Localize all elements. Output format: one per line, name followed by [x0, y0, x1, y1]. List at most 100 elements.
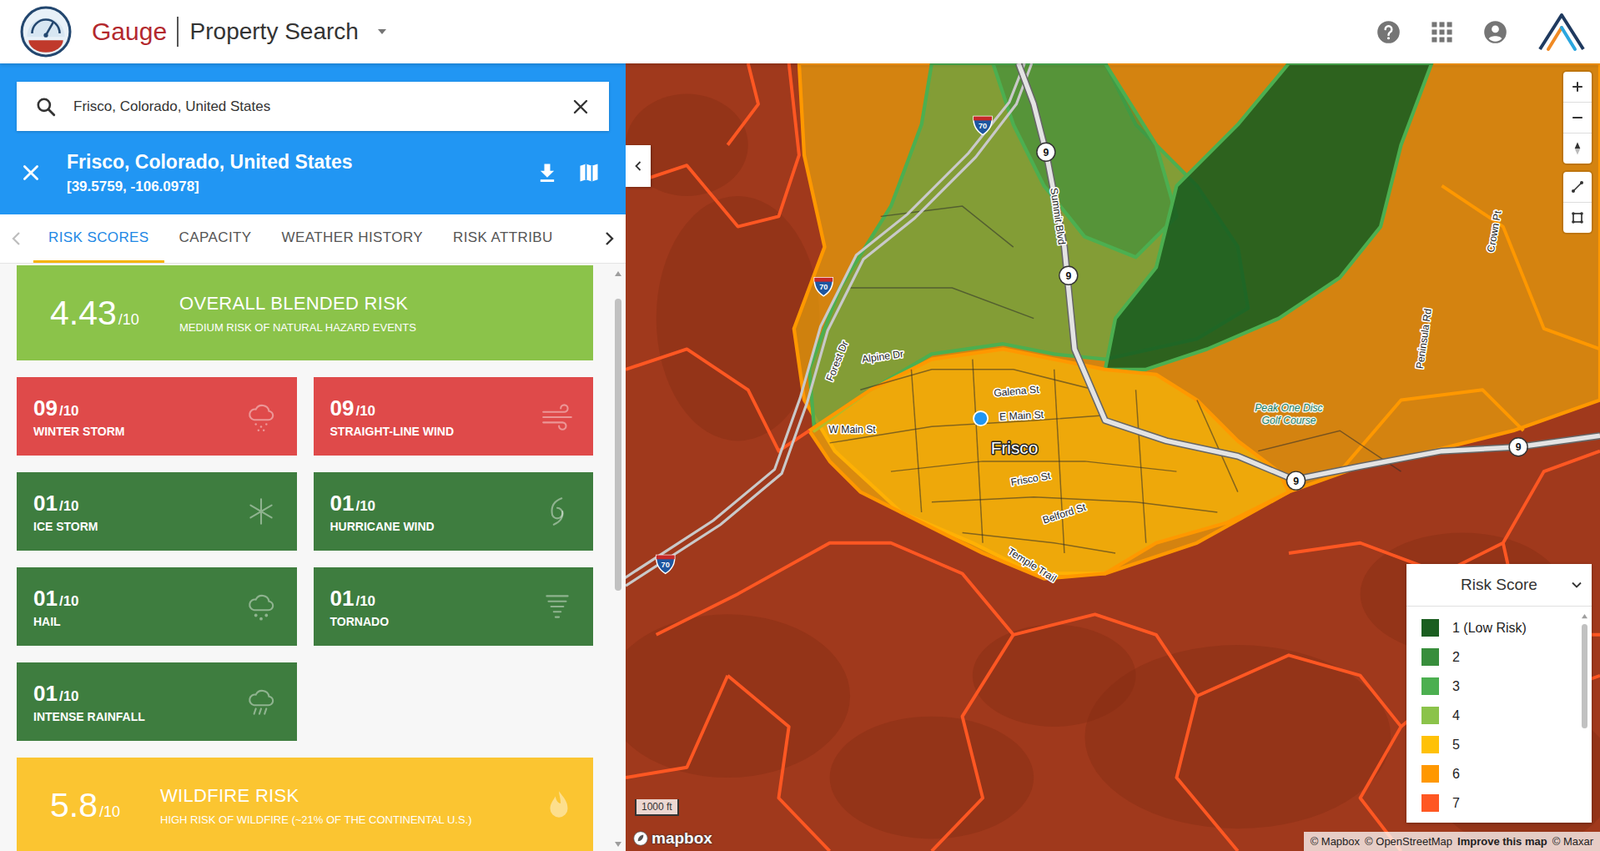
tab-bar: RISK SCORESCAPACITYWEATHER HISTORYRISK A…	[0, 214, 626, 264]
scroll-down-icon[interactable]	[613, 840, 623, 848]
collapse-panel-button[interactable]	[625, 145, 651, 187]
plus-icon[interactable]	[1569, 78, 1586, 96]
line-tool-icon[interactable]	[1569, 178, 1586, 196]
clear-icon[interactable]	[570, 96, 591, 117]
scrollbar[interactable]	[613, 265, 623, 851]
map[interactable]: 7070709999Summit BlvdAlpine DrForest DrG…	[625, 63, 1600, 851]
scroll-up-icon[interactable]	[1580, 613, 1589, 619]
polygon-tool-icon[interactable]	[1569, 209, 1586, 227]
account-icon[interactable]	[1483, 20, 1508, 45]
zone-boundary	[625, 63, 800, 227]
brand: Gauge Property Search	[20, 5, 388, 58]
zoom-out-button[interactable]	[1563, 102, 1592, 134]
compass-icon[interactable]	[1569, 140, 1586, 157]
highway-casing	[1018, 63, 1600, 480]
hazard-info: 09/10WINTER STORM	[33, 395, 244, 438]
mapbox-mark-icon[interactable]	[632, 830, 650, 847]
scroll-up-icon[interactable]	[613, 270, 623, 277]
attribution-link[interactable]: © OpenStreetMap	[1364, 835, 1453, 848]
tab[interactable]: RISK SCORES	[33, 214, 165, 263]
location-pin[interactable]	[973, 411, 988, 426]
highway	[1018, 63, 1600, 480]
company-logo-icon[interactable]	[1536, 10, 1587, 53]
gauge-logo-icon[interactable]	[20, 5, 72, 58]
legend-swatch	[1421, 706, 1439, 725]
chevron-right-icon[interactable]	[598, 228, 619, 249]
legend-title[interactable]: Risk Score	[1460, 575, 1538, 594]
draw-controls	[1563, 171, 1592, 233]
mapbox-logo[interactable]: mapbox	[632, 829, 713, 848]
zone-boundary	[656, 543, 1014, 851]
map-label: Crown Pt	[1484, 209, 1505, 254]
chevron-left-icon[interactable]	[6, 228, 27, 249]
tab[interactable]: RISK ATTRIBU	[437, 214, 569, 263]
svg-text:9: 9	[1293, 475, 1299, 488]
scroll-thumb[interactable]	[1581, 623, 1588, 729]
map-label: Summit Blvd	[1047, 186, 1067, 246]
hazard-card[interactable]: 01/10INTENSE RAINFALL	[16, 662, 297, 741]
legend-item: 1 (Low Risk)	[1421, 613, 1580, 643]
side-panel: Frisco, Colorado, United StatesFrisco, C…	[0, 63, 626, 851]
hazard-card[interactable]: 01/10ICE STORM	[16, 472, 297, 551]
caret-down-icon[interactable]	[377, 28, 388, 36]
snowflake-icon	[243, 493, 279, 529]
map-controls	[1563, 71, 1592, 233]
divider	[176, 16, 179, 47]
compass-button[interactable]	[1563, 133, 1592, 164]
map-label: Frisco St	[1009, 469, 1052, 489]
street	[972, 359, 983, 544]
map-label: Golf Course	[1261, 414, 1316, 427]
highway	[625, 63, 1025, 581]
map-label: E Main St	[999, 408, 1045, 423]
draw-polygon-button[interactable]	[1563, 202, 1592, 233]
draw-line-button[interactable]	[1563, 171, 1592, 203]
panel-header: Frisco, Colorado, United StatesFrisco, C…	[0, 63, 626, 215]
legend-label: 1 (Low Risk)	[1452, 620, 1527, 636]
map-icon[interactable]	[577, 161, 601, 185]
search-input[interactable]: Frisco, Colorado, United States	[73, 98, 554, 116]
risk-zone[interactable]	[1105, 63, 1432, 370]
svg-text:9: 9	[1515, 441, 1522, 453]
hazard-card[interactable]: 01/10HAIL	[16, 567, 297, 646]
brand-name[interactable]: Gauge	[91, 17, 167, 46]
legend-label: 5	[1452, 737, 1460, 753]
chevron-left-icon[interactable]	[629, 157, 647, 175]
street	[910, 369, 921, 513]
legend-swatch	[1421, 764, 1439, 783]
top-bar: Gauge Property Search	[0, 0, 1600, 64]
wildfire-risk-card[interactable]: 5.8/10WILDFIRE RISKHIGH RISK OF WILDFIRE…	[16, 757, 594, 851]
chevron-down-icon[interactable]	[1568, 576, 1585, 594]
product-switcher[interactable]: Property Search	[190, 18, 388, 46]
attribution-link[interactable]: Improve this map	[1457, 835, 1548, 848]
top-actions	[1376, 10, 1587, 53]
hazard-card[interactable]: 01/10HURRICANE WIND	[313, 472, 594, 551]
hazard-card[interactable]: 09/10STRAIGHT-LINE WIND	[313, 377, 594, 456]
attribution-link[interactable]: © Maxar	[1552, 835, 1594, 848]
minus-icon[interactable]	[1569, 109, 1586, 126]
svg-text:9: 9	[1065, 270, 1072, 282]
zoom-in-button[interactable]	[1563, 71, 1592, 103]
street	[1136, 389, 1147, 543]
route-shield: 9	[1287, 471, 1306, 490]
product-name[interactable]: Property Search	[190, 18, 359, 46]
tab[interactable]: WEATHER HISTORY	[266, 214, 438, 263]
svg-text:9: 9	[1042, 146, 1049, 159]
hazard-info: 01/10ICE STORM	[33, 490, 244, 534]
hazard-info: 01/10TORNADO	[330, 585, 541, 629]
hazard-card[interactable]: 09/10WINTER STORM	[16, 377, 297, 456]
apps-grid-icon[interactable]	[1429, 20, 1455, 45]
close-icon[interactable]	[20, 161, 42, 184]
hazard-card[interactable]: 01/10TORNADO	[313, 567, 594, 646]
tab[interactable]: CAPACITY	[164, 214, 267, 263]
attribution-link[interactable]: © Mapbox	[1310, 835, 1360, 848]
scroll-thumb[interactable]	[614, 298, 622, 591]
help-icon[interactable]	[1376, 20, 1401, 45]
legend-dropdown[interactable]: Risk Score	[1406, 563, 1592, 607]
search-box[interactable]: Frisco, Colorado, United States	[16, 81, 609, 131]
search-icon	[35, 95, 57, 118]
svg-text:70: 70	[978, 121, 987, 131]
overall-risk-card[interactable]: 4.43/10OVERALL BLENDED RISKMEDIUM RISK O…	[16, 265, 594, 361]
download-icon[interactable]	[535, 161, 559, 185]
legend-scrollbar[interactable]	[1579, 613, 1589, 818]
street	[860, 369, 1095, 390]
